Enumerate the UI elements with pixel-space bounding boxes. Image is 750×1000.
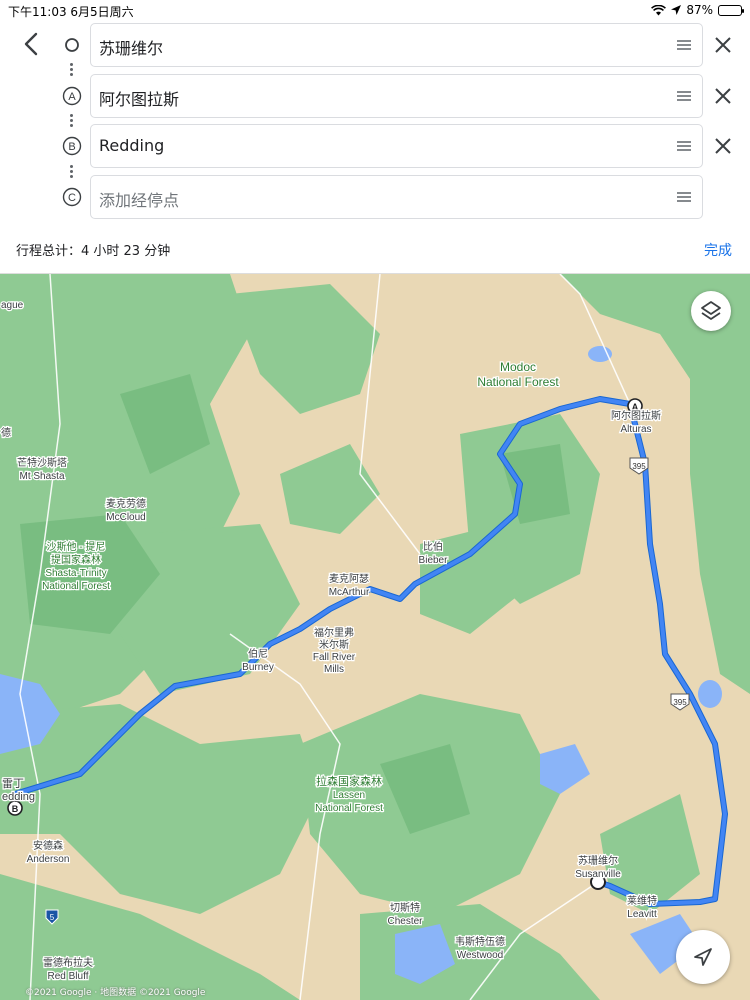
label-redbluff-cn: 雷德布拉夫 <box>43 956 93 969</box>
label-modoc-forest: National Forest <box>477 375 559 389</box>
stop-c-marker-icon: C <box>62 187 82 207</box>
label-susanville-en: Susanville <box>575 869 621 880</box>
label-anderson-en: Anderson <box>27 854 70 865</box>
map-copyright: ©2021 Google · 地图数据 ©2021 Google <box>25 988 206 998</box>
add-stop-field[interactable]: 添加经停点 <box>90 175 703 219</box>
drag-handle-icon[interactable] <box>676 38 692 52</box>
stop-b-field[interactable]: Redding <box>90 124 703 168</box>
wifi-icon <box>651 4 667 15</box>
label-bieber-cn: 比伯 <box>423 540 443 553</box>
label-redding-en: edding <box>2 791 35 803</box>
label-leavitt-cn: 莱维特 <box>627 894 657 907</box>
label-ague: ague <box>1 300 24 311</box>
add-stop-placeholder: 添加经停点 <box>99 191 180 210</box>
map-layers-button[interactable] <box>691 291 731 331</box>
stop-a-letter: A <box>68 91 76 103</box>
stop-b-marker-icon: B <box>62 136 82 156</box>
label-redding-cn: 雷丁 <box>2 777 24 790</box>
label-lassen-en1: Lassen <box>333 790 365 801</box>
label-alturas-cn: 阿尔图拉斯 <box>611 409 661 422</box>
label-fallriver-en2: Mills <box>324 664 344 675</box>
label-fallriver-en1: Fall River <box>313 652 356 663</box>
remove-stop-close-icon[interactable] <box>712 135 734 157</box>
battery-icon <box>718 4 744 16</box>
label-anderson-cn: 安德森 <box>33 839 63 852</box>
label-chester-en: Chester <box>387 916 423 927</box>
map-canvas[interactable]: 395 395 5 A B Modoc National Forest 阿尔图拉… <box>0 274 750 1000</box>
status-right: 87% <box>651 3 744 17</box>
label-mcarthur-en: McArthur <box>329 587 370 598</box>
label-mccloud-cn: 麦克劳德 <box>106 497 146 510</box>
label-modoc: Modoc <box>500 360 536 374</box>
stop-a-marker-icon: A <box>62 86 82 106</box>
route-connector-dots <box>70 61 74 78</box>
marker-b-letter: B <box>12 804 19 814</box>
label-redbluff-en: Red Bluff <box>48 971 89 982</box>
label-mccloud-en: McCloud <box>106 512 145 523</box>
highway-395-label: 395 <box>673 698 687 707</box>
stop-a-field[interactable]: 阿尔图拉斯 <box>90 74 703 118</box>
label-alturas-en: Alturas <box>620 424 651 435</box>
highway-395-label: 395 <box>632 462 646 471</box>
battery-percent: 87% <box>686 3 713 17</box>
status-time-date: 下午11:03 6月5日周六 <box>8 5 134 19</box>
origin-field[interactable]: 苏珊维尔 <box>90 23 703 67</box>
label-susanville-cn: 苏珊维尔 <box>578 854 618 867</box>
label-lassen-en2: National Forest <box>315 803 383 814</box>
drag-handle-icon[interactable] <box>676 190 692 204</box>
remove-stop-close-icon[interactable] <box>712 34 734 56</box>
label-shasta-trinity-en1: Shasta-Trinity <box>45 568 106 579</box>
label-fallriver-cn2: 米尔斯 <box>319 638 349 651</box>
origin-value: 苏珊维尔 <box>99 39 164 58</box>
stop-b-value: Redding <box>99 136 165 155</box>
map-view[interactable]: 395 395 5 A B Modoc National Forest 阿尔图拉… <box>0 274 750 1000</box>
drag-handle-icon[interactable] <box>676 139 692 153</box>
label-mtshasta-en: Mt Shasta <box>19 471 64 482</box>
back-arrow-icon[interactable] <box>18 30 46 58</box>
label-westwood-cn: 韦斯特伍德 <box>455 935 505 948</box>
remove-stop-close-icon[interactable] <box>712 85 734 107</box>
destination-marker-b[interactable]: B <box>7 800 23 816</box>
stop-a-value: 阿尔图拉斯 <box>99 90 180 109</box>
label-bieber-en: Bieber <box>419 555 449 566</box>
label-left-de: 德 <box>1 426 11 439</box>
drag-handle-icon[interactable] <box>676 89 692 103</box>
origin-circle-icon <box>65 38 79 52</box>
navigation-arrow-icon <box>694 948 712 966</box>
label-burney-cn: 伯尼 <box>248 647 268 660</box>
label-lassen-cn: 拉森国家森林 <box>316 774 382 788</box>
label-westwood-en: Westwood <box>457 950 504 961</box>
label-burney-en: Burney <box>242 662 274 673</box>
route-connector-dots <box>70 112 74 129</box>
label-leavitt-en: Leavitt <box>627 909 657 920</box>
done-button[interactable]: 完成 <box>704 240 732 260</box>
location-arrow-icon <box>671 5 682 15</box>
my-location-button[interactable] <box>676 930 730 984</box>
route-connector-dots <box>70 163 74 180</box>
label-shasta-trinity-cn1: 沙斯他 - 提尼 <box>47 540 106 553</box>
label-shasta-trinity-cn2: 提国家森林 <box>51 553 101 566</box>
layers-icon <box>701 301 721 320</box>
trip-total: 行程总计：4 小时 23 分钟 <box>16 244 171 259</box>
label-shasta-trinity-en2: National Forest <box>42 581 110 592</box>
stop-c-letter: C <box>68 192 76 204</box>
stop-b-letter: B <box>68 141 75 153</box>
directions-panel: 苏珊维尔 A 阿尔图拉斯 B Redding C 添加经停点 行程总计：4 小时… <box>0 20 750 274</box>
label-mcarthur-cn: 麦克阿瑟 <box>329 573 369 585</box>
label-mtshasta-cn: 芒特沙斯塔 <box>17 456 67 469</box>
label-fallriver-cn1: 福尔里弗 <box>314 626 354 639</box>
label-chester-cn: 切斯特 <box>390 901 420 914</box>
status-bar: 下午11:03 6月5日周六 87% <box>0 0 750 20</box>
interstate-5-label: 5 <box>50 913 55 922</box>
